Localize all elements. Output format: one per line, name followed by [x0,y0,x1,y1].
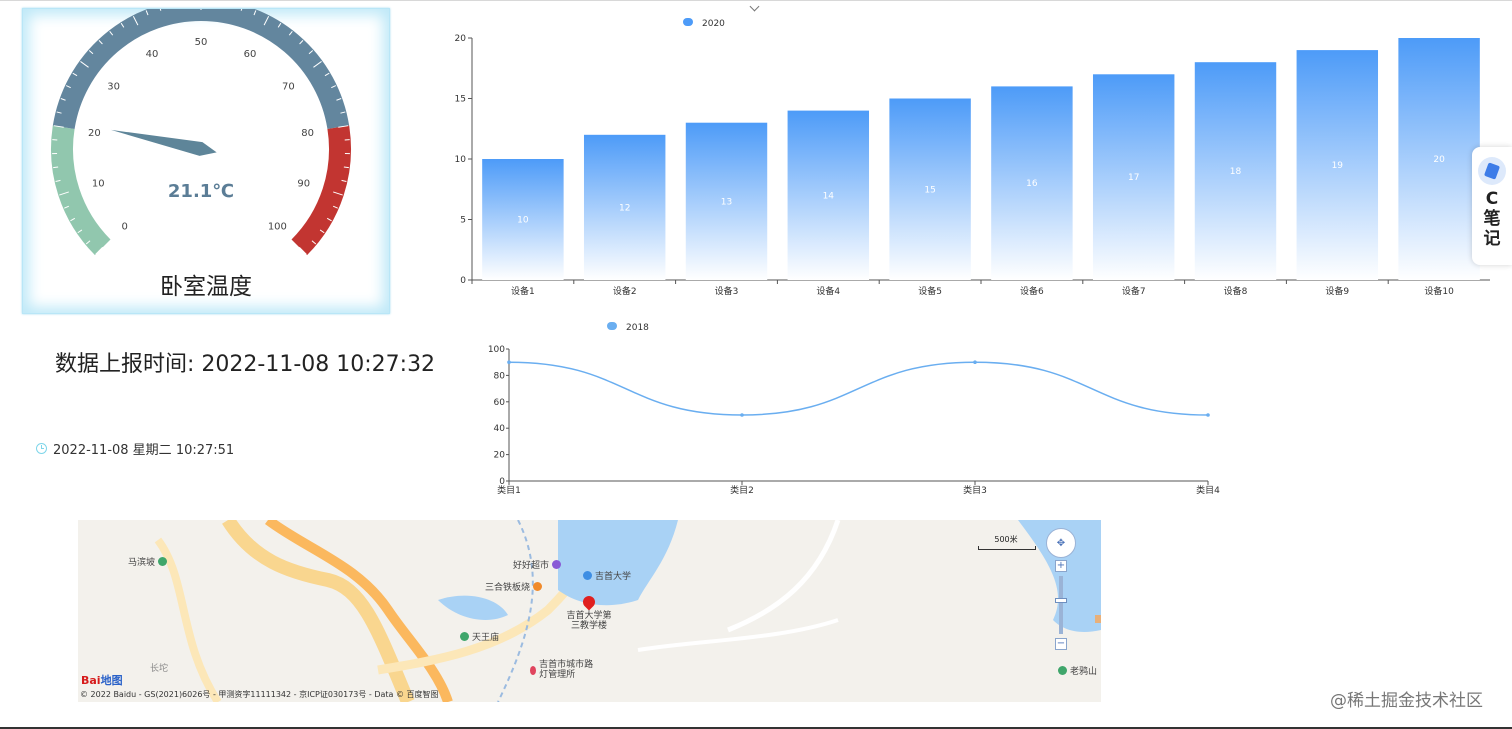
gauge-tick-label: 90 [297,178,310,189]
gauge-tick-label: 80 [301,128,314,139]
watermark: @稀土掘金技术社区 [1330,691,1483,711]
mountain-icon [1058,666,1067,675]
x-tick-label: 类目1 [497,484,521,496]
map-scale: 500米 [978,534,1036,550]
device-bar-chart: 0 5 10 15 20 10 设备1 12 设备2 13 设备3 14 设备4 15 设备5 16 设备6 17… [455,18,1490,297]
zoom-track[interactable] [1055,576,1067,634]
line-point [973,360,977,364]
y-tick-label: 20 [494,451,506,461]
map-copyright: © 2022 Baidu - GS(2021)6026号 - 甲测资字11111… [80,690,439,699]
bar-data-label: 18 [1230,167,1242,177]
line-point [507,360,511,364]
x-tick-label: 设备9 [1325,285,1349,297]
gauge-tick-label: 10 [92,178,105,189]
clock-icon [36,443,47,454]
poi-tianwang-temple[interactable]: 天王庙 [460,630,499,643]
poi-streetlight-office[interactable]: 吉首市城市路灯管理所 [530,660,600,680]
baidu-map[interactable]: 马滨坡 好好超市 吉首大学 三合铁板烧 吉首大学第三教学楼 天王庙 吉首市城市路… [78,520,1101,702]
x-tick-label: 类目4 [1196,484,1220,496]
poi-mabinpo[interactable]: 马滨坡 [128,555,168,568]
x-tick-label: 设备5 [918,285,942,297]
legend-label: 2018 [626,323,649,333]
gauge-tick-label: 50 [195,37,208,48]
zoom-out-button[interactable]: − [1055,638,1067,650]
bar-data-label: 12 [619,203,630,213]
gauge-tick-label: 40 [146,49,159,60]
gauge-tick-label: 20 [88,128,101,139]
y-tick-label: 100 [488,345,505,355]
map-nav-icon[interactable]: ✥ [1046,528,1076,558]
temperature-gauge-card: 0 10 20 30 40 50 60 70 80 90 100 21.1℃ 卧室温度 [22,8,390,314]
y-tick-label: 80 [494,371,506,381]
school-icon [583,571,592,580]
top-divider [0,0,1512,1]
y-tick-label: 10 [455,155,467,165]
bar-data-label: 14 [823,191,835,201]
line-point [1206,413,1210,417]
x-tick-label: 设备2 [613,285,637,297]
x-tick-label: 类目3 [963,484,987,496]
line-series [508,361,1209,416]
bar-data-label: 17 [1128,173,1139,183]
notes-side-widget[interactable]: C笔记 [1472,147,1512,265]
bar-data-label: 20 [1433,155,1445,165]
bar-data-label: 15 [924,185,935,195]
y-tick-label: 15 [455,95,466,105]
temple-icon [460,632,469,641]
y-tick-label: 0 [460,276,466,286]
y-tick-label: 60 [494,398,506,408]
zoom-knob[interactable] [1055,598,1067,603]
poi-jishou-university[interactable]: 吉首大学 [583,569,631,582]
park-icon [158,557,168,566]
map-zoom-control[interactable]: + − [1055,560,1067,652]
restaurant-icon [533,582,543,591]
x-tick-label: 类目2 [730,484,754,496]
clock-row: 2022-11-08 星期二 10:27:51 [36,439,234,458]
poi-teppanyaki[interactable]: 三合铁板烧 [485,580,543,593]
bar-data-label: 16 [1026,179,1038,189]
zoom-in-button[interactable]: + [1055,560,1067,572]
gauge-tick [53,166,59,169]
bar-data-label: 19 [1332,161,1344,171]
y-tick-label: 40 [494,424,506,434]
poi-changtuo[interactable]: 长坨 [150,661,168,674]
legend-swatch [683,18,693,26]
x-tick-label: 设备3 [715,285,739,297]
gauge-band-mid [52,9,350,129]
gauge-title: 卧室温度 [160,274,252,300]
gauge-tick-label: 70 [282,82,295,93]
bar-data-label: 13 [721,197,732,207]
legend-swatch [607,322,617,330]
poi-laoya-mountain[interactable]: 老鸦山 [1058,664,1097,677]
x-tick-label: 设备6 [1020,285,1044,297]
gauge-tick [343,166,349,169]
government-icon [530,665,537,675]
gauge-pointer [111,129,217,156]
poi-teaching-building[interactable]: 吉首大学第三教学楼 [566,611,612,631]
gauge-tick-label: 0 [121,221,127,232]
poi-supermarket[interactable]: 好好超市 [513,558,562,571]
notes-label: C笔记 [1483,189,1501,249]
clock-text: 2022-11-08 星期二 10:27:51 [53,443,235,458]
line-point [740,413,744,417]
gauge-tick-label: 60 [244,49,257,60]
note-icon[interactable] [1478,157,1506,185]
gauge-tick-label: 30 [107,82,120,93]
y-tick-label: 5 [460,216,466,226]
gauge-value: 21.1℃ [168,181,234,202]
report-time: 数据上报时间: 2022-11-08 10:27:32 [55,352,436,377]
y-tick-label: 20 [455,34,467,44]
x-tick-label: 设备1 [511,285,535,297]
category-line-chart: 020406080100类目1 类目2 类目3 类目42018 [488,322,1220,496]
bar-data-label: 10 [517,216,529,226]
shop-icon [552,560,562,569]
x-tick-label: 设备7 [1122,285,1146,297]
x-tick-label: 设备4 [816,285,840,297]
gauge-tick-label: 100 [268,221,287,232]
x-tick-label: 设备8 [1224,285,1248,297]
baidu-map-logo[interactable]: Bai地图 [81,672,123,688]
legend-label: 2020 [702,19,725,29]
x-tick-label: 设备10 [1424,285,1454,297]
